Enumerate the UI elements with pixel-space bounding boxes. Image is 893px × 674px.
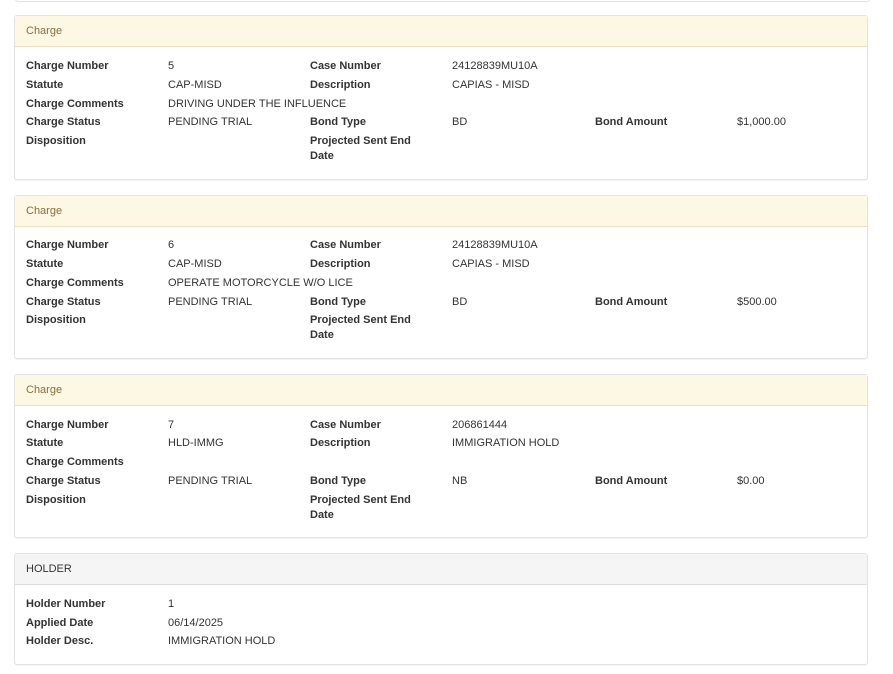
holder-desc-value: IMMIGRATION HOLD bbox=[168, 635, 276, 647]
bond-type-label: Bond Type bbox=[310, 296, 367, 308]
description-value: CAPIAS - MISD bbox=[452, 258, 530, 270]
holder-number-value: 1 bbox=[168, 598, 175, 610]
applied-date-value: 06/14/2025 bbox=[168, 617, 224, 629]
bond-amount-value: $1,000.00 bbox=[737, 116, 786, 128]
bond-type-value: NB bbox=[452, 475, 468, 487]
bond-type-value: BD bbox=[452, 116, 468, 128]
charge-number-value: 7 bbox=[168, 419, 175, 431]
charge-status-value: PENDING TRIAL bbox=[168, 475, 253, 487]
bond-amount-value: $0.00 bbox=[737, 475, 765, 487]
charge-panel: Charge Charge Number 6 Case Number 24128… bbox=[14, 195, 868, 359]
statute-value: HLD-IMMG bbox=[168, 437, 224, 449]
disposition-label: Disposition bbox=[26, 135, 86, 147]
statute-value: CAP-MISD bbox=[168, 258, 222, 270]
bond-amount-label: Bond Amount bbox=[595, 296, 668, 308]
statute-value: CAP-MISD bbox=[168, 79, 222, 91]
holder-number-label: Holder Number bbox=[26, 598, 106, 610]
charge-status-label: Charge Status bbox=[26, 475, 101, 487]
description-label: Description bbox=[310, 79, 371, 91]
holder-panel: HOLDER Holder Number 1 Applied Date 06/1… bbox=[14, 553, 868, 665]
panel-heading: Charge bbox=[15, 196, 867, 227]
previous-panel-edge bbox=[15, 0, 870, 2]
case-number-value: 24128839MU10A bbox=[452, 239, 538, 251]
case-number-label: Case Number bbox=[310, 60, 381, 72]
charge-panel: Charge Charge Number 5 Case Number 24128… bbox=[14, 15, 868, 180]
statute-label: Statute bbox=[26, 79, 64, 91]
bond-type-label: Bond Type bbox=[310, 475, 367, 487]
charge-comments-label: Charge Comments bbox=[26, 456, 124, 468]
case-number-label: Case Number bbox=[310, 419, 381, 431]
statute-label: Statute bbox=[26, 258, 64, 270]
projected-sent-end-date-label: Projected Sent End Date bbox=[310, 135, 411, 162]
panel-heading: HOLDER bbox=[15, 554, 867, 585]
statute-label: Statute bbox=[26, 437, 64, 449]
charge-status-value: PENDING TRIAL bbox=[168, 116, 253, 128]
bond-type-value: BD bbox=[452, 296, 468, 308]
disposition-label: Disposition bbox=[26, 494, 86, 506]
charge-comments-value: DRIVING UNDER THE INFLUENCE bbox=[168, 98, 347, 110]
charge-comments-label: Charge Comments bbox=[26, 277, 124, 289]
description-value: CAPIAS - MISD bbox=[452, 79, 530, 91]
charge-number-label: Charge Number bbox=[26, 60, 109, 72]
charge-status-label: Charge Status bbox=[26, 296, 101, 308]
bond-type-label: Bond Type bbox=[310, 116, 367, 128]
case-number-value: 24128839MU10A bbox=[452, 60, 538, 72]
case-number-value: 206861444 bbox=[452, 419, 508, 431]
projected-sent-end-date-label: Projected Sent End Date bbox=[310, 314, 411, 341]
charge-number-label: Charge Number bbox=[26, 419, 109, 431]
bond-amount-label: Bond Amount bbox=[595, 116, 668, 128]
holder-desc-label: Holder Desc. bbox=[26, 635, 94, 647]
charge-number-value: 5 bbox=[168, 60, 175, 72]
charge-status-label: Charge Status bbox=[26, 116, 101, 128]
description-label: Description bbox=[310, 258, 371, 270]
panel-heading: Charge bbox=[15, 375, 867, 406]
charge-comments-value: OPERATE MOTORCYCLE W/O LICE bbox=[168, 277, 353, 289]
disposition-label: Disposition bbox=[26, 314, 86, 326]
bond-amount-value: $500.00 bbox=[737, 296, 777, 308]
description-label: Description bbox=[310, 437, 371, 449]
charge-panel: Charge Charge Number 7 Case Number 20686… bbox=[14, 374, 868, 538]
case-number-label: Case Number bbox=[310, 239, 381, 251]
charge-number-label: Charge Number bbox=[26, 239, 109, 251]
description-value: IMMIGRATION HOLD bbox=[452, 437, 560, 449]
charge-status-value: PENDING TRIAL bbox=[168, 296, 253, 308]
panel-heading: Charge bbox=[15, 16, 867, 47]
charge-number-value: 6 bbox=[168, 239, 175, 251]
charge-comments-label: Charge Comments bbox=[26, 98, 124, 110]
applied-date-label: Applied Date bbox=[26, 617, 94, 629]
bond-amount-label: Bond Amount bbox=[595, 475, 668, 487]
projected-sent-end-date-label: Projected Sent End Date bbox=[310, 494, 411, 521]
